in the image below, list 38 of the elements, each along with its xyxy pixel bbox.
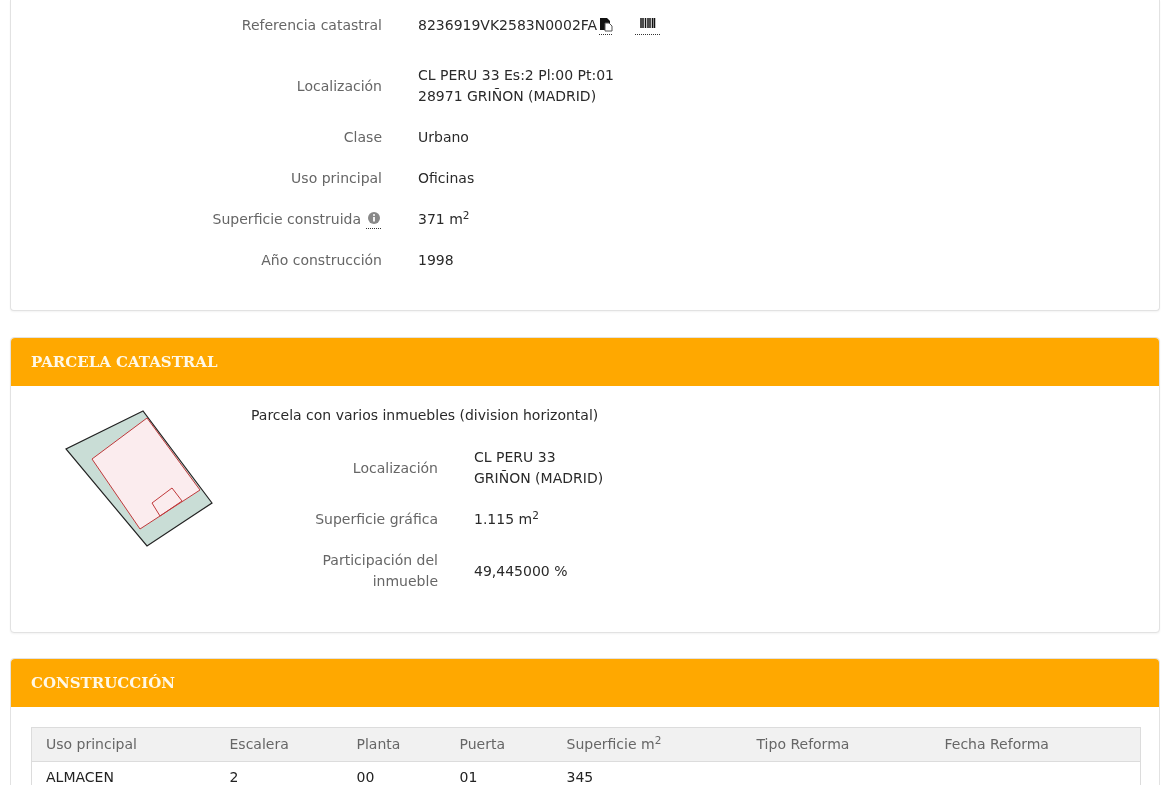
- column-header: Escalera: [215, 727, 343, 762]
- field-value: GRIÑON (MADRID): [474, 469, 604, 488]
- field-value: 371 m$^{2}$: [418, 211, 470, 227]
- table-cell: ALMACEN: [31, 761, 216, 785]
- field-label: Año construcción: [261, 252, 382, 268]
- table-cell: 00: [342, 761, 446, 785]
- column-header: Planta: [342, 727, 446, 762]
- column-header: Fecha Reforma: [930, 727, 1141, 762]
- field-value: Urbano: [418, 129, 469, 145]
- field-label: Superficie construida: [212, 211, 361, 227]
- field-value: Oficinas: [418, 170, 475, 186]
- field-label: Localización: [296, 77, 382, 94]
- barcode-icon[interactable]: [635, 17, 662, 35]
- column-header: Superficie m$^{2}$: [552, 727, 743, 762]
- copy-icon[interactable]: [599, 17, 614, 35]
- field-label: Referencia catastral: [241, 17, 382, 33]
- field-label: Participación del inmueble: [322, 552, 438, 589]
- column-header: Puerta: [445, 727, 553, 762]
- field-value: 1.115 m$^{2}$: [474, 509, 539, 529]
- field-label: Superficie gráfica: [315, 511, 438, 527]
- table-cell: 345: [552, 761, 743, 785]
- field-value: 1998: [418, 252, 454, 268]
- field-label: Localización: [352, 459, 438, 476]
- field-value: 28971 GRIÑON (MADRID): [418, 88, 597, 104]
- section-header: PARCELA CATASTRAL: [11, 338, 1159, 386]
- table-cell: 01: [445, 761, 553, 785]
- column-header: Uso principal: [31, 727, 216, 762]
- section-header: CONSTRUCCIÓN: [11, 659, 1159, 707]
- column-header: Tipo Reforma: [742, 727, 931, 762]
- parcel-description: Parcela con varios inmuebles (division horizontal): [251, 406, 600, 425]
- field-value: CL PERU 33: [474, 448, 557, 467]
- field-value: 8236919VK2583N0002FA: [418, 17, 598, 33]
- field-label: Uso principal: [291, 170, 382, 186]
- table-cell: 2: [215, 761, 343, 785]
- field-value: CL PERU 33 Es:2 Pl:00 Pt:01: [418, 67, 614, 83]
- info-icon[interactable]: [366, 211, 382, 229]
- field-label: Clase: [343, 129, 382, 145]
- field-value: 49,445000 %: [474, 561, 568, 581]
